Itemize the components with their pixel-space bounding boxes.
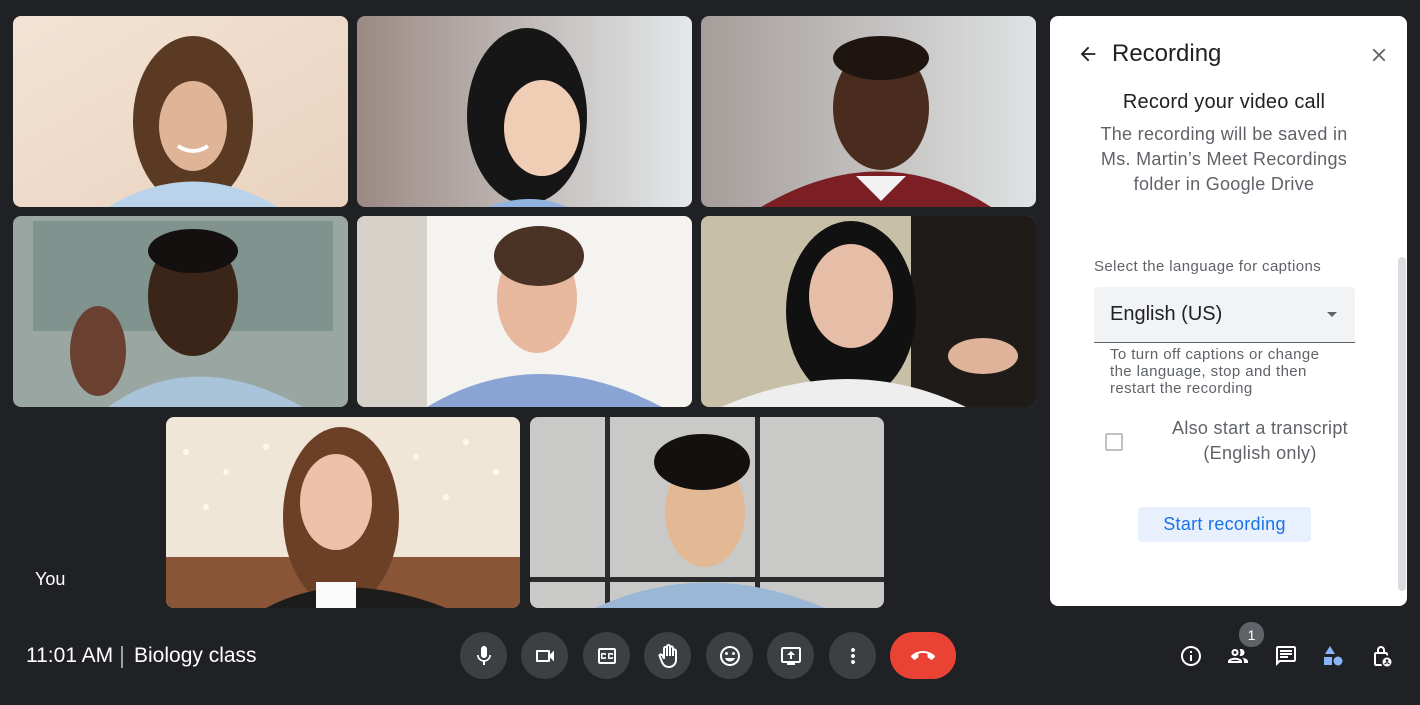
dropdown-arrow-icon bbox=[1327, 312, 1337, 317]
back-button[interactable] bbox=[1074, 40, 1102, 68]
participant-video bbox=[13, 216, 348, 407]
lock-person-icon bbox=[1374, 646, 1392, 667]
shapes-icon bbox=[1324, 646, 1343, 666]
caption-help-text: To turn off captions or change the langu… bbox=[1110, 346, 1320, 397]
mic-icon bbox=[476, 645, 491, 665]
participant-video bbox=[166, 417, 520, 608]
info-icon bbox=[1181, 646, 1201, 666]
participant-tile-3[interactable] bbox=[701, 16, 1036, 207]
participant-tile-8[interactable] bbox=[530, 417, 884, 608]
transcript-checkbox[interactable] bbox=[1105, 433, 1123, 451]
more-vert-icon bbox=[850, 647, 855, 664]
present-screen-icon bbox=[780, 646, 801, 665]
call-end-icon bbox=[911, 650, 935, 660]
microphone-button[interactable] bbox=[460, 632, 507, 679]
participant-tile-5[interactable] bbox=[357, 216, 692, 407]
host-controls-button[interactable] bbox=[1367, 642, 1395, 670]
closed-caption-icon bbox=[597, 647, 616, 664]
close-icon bbox=[1372, 48, 1386, 62]
camera-button[interactable] bbox=[521, 632, 568, 679]
reactions-button[interactable] bbox=[706, 632, 753, 679]
participant-tile-1[interactable] bbox=[13, 16, 348, 207]
chat-icon bbox=[1276, 646, 1296, 666]
transcript-option: Also start a transcript (English only) bbox=[1094, 416, 1394, 471]
participant-video bbox=[701, 216, 1036, 407]
present-button[interactable] bbox=[767, 632, 814, 679]
more-options-button[interactable] bbox=[829, 632, 876, 679]
caption-language-label: Select the language for captions bbox=[1094, 258, 1322, 275]
meeting-time: 11:01 AM bbox=[26, 644, 114, 667]
meeting-details-button[interactable] bbox=[1177, 642, 1205, 670]
panel-header: Recording bbox=[1050, 16, 1407, 96]
panel-scrollbar[interactable] bbox=[1398, 257, 1406, 591]
meet-call-screen: You Recording Record your video call The… bbox=[0, 0, 1420, 705]
participant-video bbox=[701, 16, 1036, 207]
emoji-icon bbox=[719, 645, 740, 666]
participant-video bbox=[13, 16, 348, 207]
captions-button[interactable] bbox=[583, 632, 630, 679]
participant-video bbox=[530, 417, 884, 608]
start-recording-button[interactable]: Start recording bbox=[1138, 507, 1311, 542]
hand-icon bbox=[658, 643, 677, 668]
close-panel-button[interactable] bbox=[1366, 42, 1392, 68]
recording-description: The recording will be saved in Ms. Marti… bbox=[1100, 124, 1348, 194]
participant-tile-2[interactable] bbox=[357, 16, 692, 207]
divider bbox=[121, 646, 123, 668]
recording-panel: Recording Record your video call The rec… bbox=[1050, 16, 1407, 606]
people-button[interactable] bbox=[1224, 642, 1252, 670]
transcript-label: Also start a transcript (English only) bbox=[1172, 418, 1348, 463]
self-view-label: You bbox=[35, 569, 66, 589]
people-icon bbox=[1228, 649, 1248, 663]
videocam-icon bbox=[535, 649, 554, 662]
recording-heading: Record your video call bbox=[1122, 91, 1326, 113]
activities-button[interactable] bbox=[1319, 642, 1347, 670]
leave-call-button[interactable] bbox=[890, 632, 956, 679]
caption-language-select[interactable]: English (US) bbox=[1094, 287, 1355, 343]
participant-tile-7[interactable] bbox=[166, 417, 520, 608]
panel-title: Recording bbox=[1112, 40, 1222, 67]
chat-button[interactable] bbox=[1272, 642, 1300, 670]
arrow-back-icon bbox=[1080, 46, 1096, 62]
caption-language-value: English (US) bbox=[1110, 303, 1223, 325]
participant-video bbox=[357, 216, 692, 407]
participant-tile-6[interactable] bbox=[701, 216, 1036, 407]
participant-video bbox=[357, 16, 692, 207]
raise-hand-button[interactable] bbox=[644, 632, 691, 679]
participant-tile-4[interactable] bbox=[13, 216, 348, 407]
meeting-name: Biology class bbox=[134, 644, 257, 667]
